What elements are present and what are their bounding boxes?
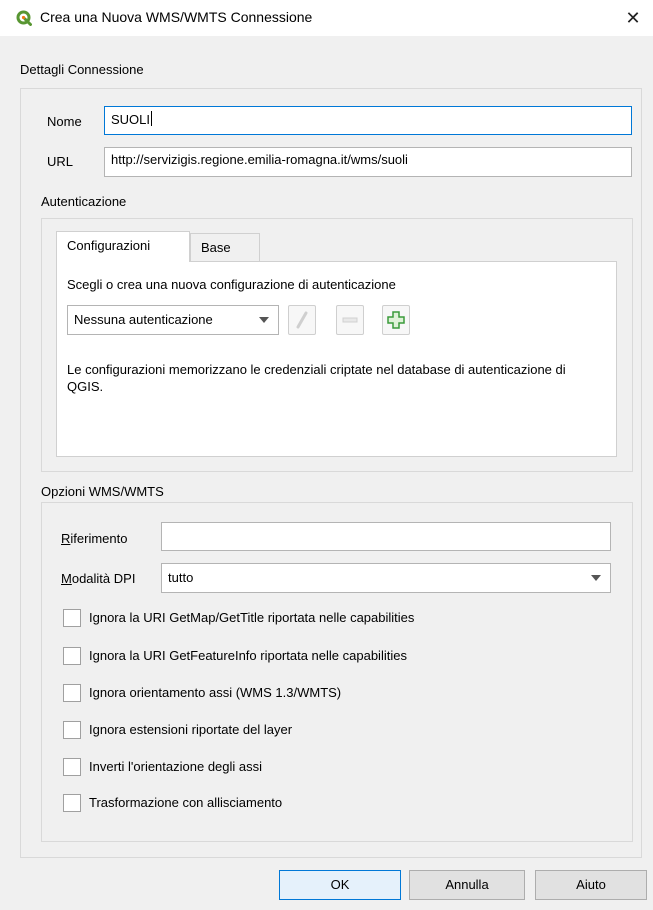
checkbox-ignore-axis-orientation[interactable]	[63, 684, 81, 702]
name-label: Nome	[47, 114, 82, 129]
auth-group-title: Autenticazione	[41, 194, 127, 209]
name-value: SUOLI	[111, 112, 151, 127]
dpi-label-rest: odalità DPI	[71, 571, 136, 586]
auth-prompt: Scegli o crea una nuova configurazione d…	[67, 277, 396, 292]
dpi-mode-select[interactable]: tutto	[161, 563, 611, 593]
checkbox-smooth-transform[interactable]	[63, 794, 81, 812]
checkbox-invert-axis[interactable]	[63, 758, 81, 776]
text-caret	[151, 111, 153, 126]
edit-config-button[interactable]	[288, 305, 316, 335]
dpi-label: Modalità DPI	[61, 571, 135, 586]
close-icon[interactable]: ✕	[619, 4, 647, 32]
checkbox-ignore-getfeatureinfo-label: Ignora la URI GetFeatureInfo riportata n…	[89, 648, 407, 663]
referer-label-rest: iferimento	[70, 531, 128, 546]
qgis-icon	[16, 10, 32, 26]
url-label: URL	[47, 154, 74, 169]
chevron-down-icon	[259, 317, 269, 323]
auth-info-text: Le configurazioni memorizzano le credenz…	[67, 362, 566, 394]
add-icon	[387, 311, 405, 329]
tab-configurazioni[interactable]: Configurazioni	[56, 231, 190, 262]
checkbox-ignore-layer-extents[interactable]	[63, 721, 81, 739]
cancel-button[interactable]: Annulla	[409, 870, 525, 900]
chevron-down-icon	[591, 575, 601, 581]
tab-base[interactable]: Base	[190, 233, 260, 262]
checkbox-ignore-axis-orientation-label: Ignora orientamento assi (WMS 1.3/WMTS)	[89, 685, 342, 700]
add-config-button[interactable]	[382, 305, 410, 335]
title-bar: Crea una Nuova WMS/WMTS Connessione ✕	[0, 0, 653, 36]
auth-config-value: Nessuna autenticazione	[74, 312, 213, 327]
options-group-frame	[41, 502, 633, 842]
checkbox-ignore-getmap[interactable]	[63, 609, 81, 627]
options-group-title: Opzioni WMS/WMTS	[41, 484, 164, 499]
tab-configurazioni-label: Configurazioni	[67, 238, 151, 253]
ok-button[interactable]: OK	[279, 870, 401, 900]
tab-base-label: Base	[201, 240, 231, 255]
checkbox-smooth-transform-label: Trasformazione con allisciamento	[89, 795, 283, 810]
checkbox-invert-axis-label: Inverti l'orientazione degli assi	[89, 759, 263, 774]
remove-icon	[342, 317, 358, 323]
auth-config-select[interactable]: Nessuna autenticazione	[67, 305, 279, 335]
connection-group-title: Dettagli Connessione	[20, 62, 144, 77]
remove-config-button[interactable]	[336, 305, 364, 335]
edit-icon	[296, 311, 308, 329]
help-button[interactable]: Aiuto	[535, 870, 647, 900]
url-input[interactable]: http://servizigis.regione.emilia-romagna…	[104, 147, 632, 177]
referer-input[interactable]	[161, 522, 611, 551]
referer-mnemonic: R	[61, 531, 71, 546]
window-title: Crea una Nuova WMS/WMTS Connessione	[40, 9, 313, 25]
referer-label: Riferimento	[61, 531, 127, 546]
dpi-mnemonic: M	[61, 571, 72, 586]
checkbox-ignore-getfeatureinfo[interactable]	[63, 647, 81, 665]
url-value: http://servizigis.regione.emilia-romagna…	[111, 152, 408, 167]
checkbox-ignore-layer-extents-label: Ignora estensioni riportate del layer	[89, 722, 293, 737]
dpi-mode-value: tutto	[168, 570, 194, 585]
name-input[interactable]: SUOLI	[104, 106, 632, 135]
checkbox-ignore-getmap-label: Ignora la URI GetMap/GetTitle riportata …	[89, 610, 415, 625]
